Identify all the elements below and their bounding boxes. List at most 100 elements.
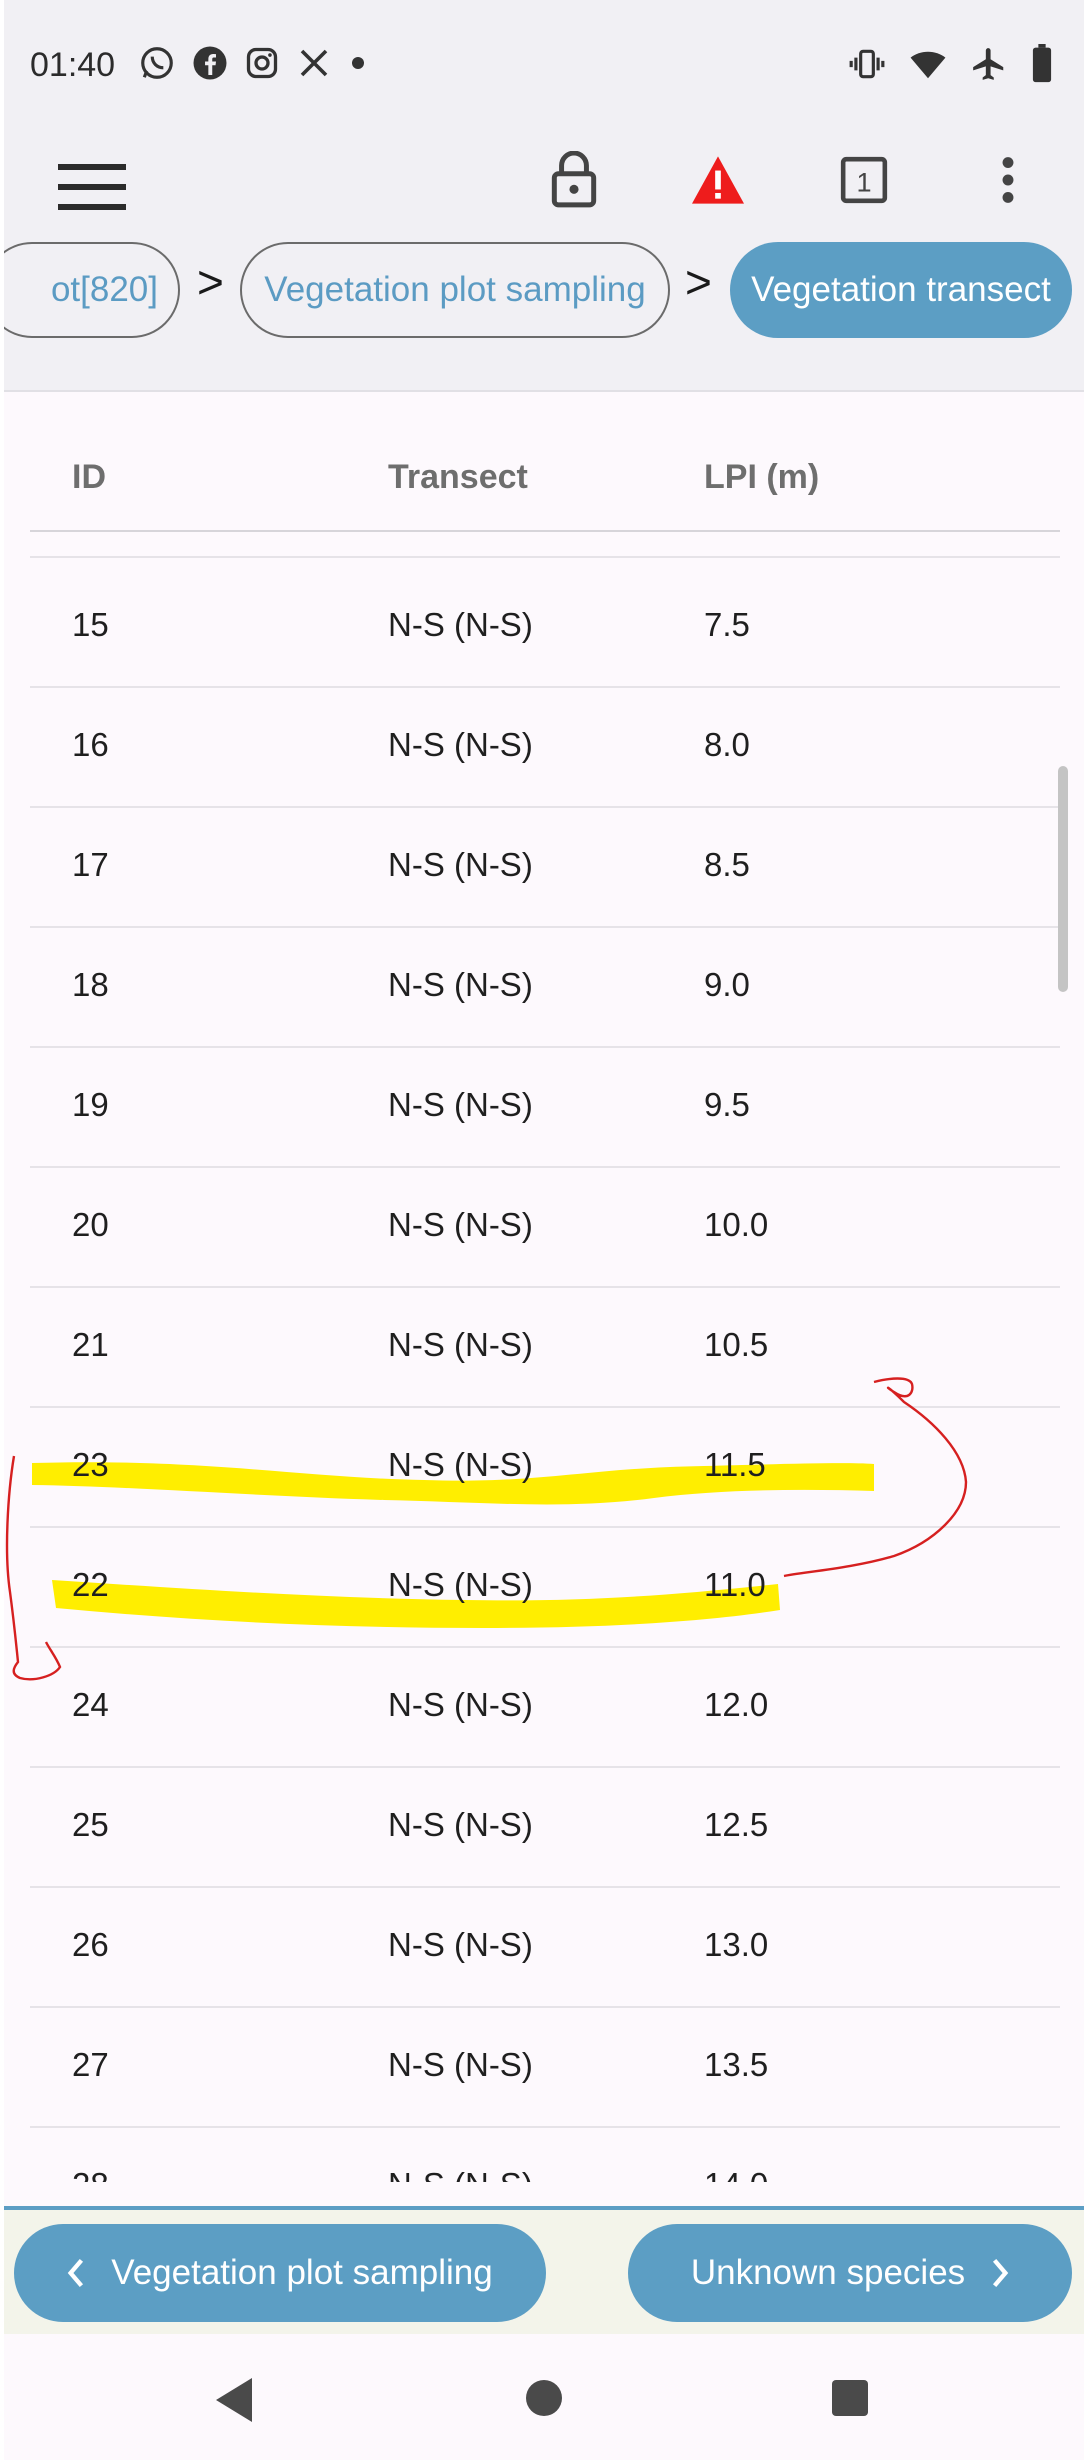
app-toolbar: 1 ot[820] > Vegetation plot sampling > V…	[4, 130, 1084, 392]
row-id: 19	[72, 1086, 109, 1123]
row-lpi: 12.0	[704, 1686, 769, 1723]
row-lpi: 13.5	[704, 2046, 769, 2083]
table-row[interactable]: 22 N-S (N-S) 11.0	[30, 1526, 1060, 1648]
row-id: 23	[72, 1446, 109, 1483]
breadcrumb-label: ot[820]	[50, 270, 158, 309]
breadcrumb-label: Vegetation plot sampling	[264, 270, 646, 309]
status-time: 01:40	[30, 46, 116, 84]
table-row[interactable]: 26 N-S (N-S) 13.0	[30, 1886, 1060, 2008]
breadcrumb-item-vegetation-plot-sampling[interactable]: Vegetation plot sampling	[240, 242, 670, 338]
page-count-icon: 1	[840, 156, 888, 204]
app-screen: 01:40 1 ot[820] > Vegetation plot sampli…	[4, 0, 1084, 2460]
table-row[interactable]: 23 N-S (N-S) 11.5	[30, 1406, 1060, 1528]
home-icon[interactable]	[524, 2378, 564, 2418]
row-lpi: 8.5	[704, 846, 750, 883]
row-transect: N-S (N-S)	[388, 1086, 533, 1123]
row-transect: N-S (N-S)	[388, 2166, 533, 2182]
table-row[interactable]: 25 N-S (N-S) 12.5	[30, 1766, 1060, 1888]
row-id: 18	[72, 966, 109, 1003]
system-navigation-bar	[4, 2334, 1084, 2460]
status-bar: 01:40	[4, 0, 1084, 130]
more-icon	[1002, 157, 1014, 203]
row-transect: N-S (N-S)	[388, 1446, 533, 1483]
chevron-right-icon: >	[197, 256, 224, 308]
dot-icon	[352, 57, 364, 69]
recents-icon[interactable]	[830, 2378, 870, 2418]
row-transect: N-S (N-S)	[388, 2046, 533, 2083]
lock-button[interactable]	[534, 140, 614, 220]
row-lpi: 14.0	[704, 2166, 768, 2182]
row-id: 27	[72, 2046, 109, 2083]
row-id: 15	[72, 606, 109, 643]
row-lpi: 9.5	[704, 1086, 750, 1123]
table-row[interactable]: 18 N-S (N-S) 9.0	[30, 926, 1060, 1048]
column-header-transect[interactable]: Transect	[388, 458, 528, 497]
row-transect: N-S (N-S)	[388, 1326, 533, 1363]
whatsapp-icon	[141, 47, 173, 79]
breadcrumb-label: Vegetation transect	[751, 270, 1051, 309]
back-icon[interactable]	[212, 2376, 256, 2424]
table-row[interactable]: 17 N-S (N-S) 8.5	[30, 806, 1060, 928]
row-id: 16	[72, 726, 109, 763]
row-lpi: 11.0	[704, 1566, 766, 1603]
row-transect: N-S (N-S)	[388, 606, 533, 643]
chevron-left-icon	[68, 2258, 84, 2288]
column-header-id[interactable]: ID	[72, 458, 106, 497]
facebook-icon	[193, 46, 227, 80]
row-transect: N-S (N-S)	[388, 1206, 533, 1243]
row-id: 25	[72, 1806, 109, 1843]
x-icon	[300, 49, 328, 77]
row-lpi: 9.0	[704, 966, 750, 1003]
airplane-icon	[973, 48, 1004, 80]
row-id: 28	[72, 2166, 109, 2182]
chevron-right-icon	[993, 2258, 1009, 2288]
menu-icon[interactable]	[58, 158, 128, 218]
row-id: 26	[72, 1926, 109, 1963]
lock-icon	[551, 151, 597, 208]
table-row[interactable]: 16 N-S (N-S) 8.0	[30, 686, 1060, 808]
page-count-button[interactable]: 1	[824, 140, 904, 220]
row-transect: N-S (N-S)	[388, 966, 533, 1003]
instagram-icon	[246, 47, 278, 79]
breadcrumb-item-vegetation-transect[interactable]: Vegetation transect	[730, 242, 1072, 338]
battery-icon	[1032, 44, 1052, 83]
row-transect: N-S (N-S)	[388, 1686, 533, 1723]
row-id: 17	[72, 846, 109, 883]
row-lpi: 12.5	[704, 1806, 769, 1843]
breadcrumb: ot[820] > Vegetation plot sampling > Veg…	[4, 235, 1084, 345]
more-options-button[interactable]	[968, 140, 1048, 220]
table-row[interactable]: 19 N-S (N-S) 9.5	[30, 1046, 1060, 1168]
row-lpi: 10.0	[704, 1206, 769, 1243]
table-row[interactable]: 21 N-S (N-S) 10.5	[30, 1286, 1060, 1408]
row-lpi: 8.0	[704, 726, 750, 763]
chevron-right-icon: >	[685, 256, 712, 308]
table-row[interactable]: 28 N-S (N-S) 14.0	[30, 2126, 1060, 2182]
table-row[interactable]: 20 N-S (N-S) 10.0	[30, 1166, 1060, 1288]
row-id: 22	[72, 1566, 109, 1603]
row-transect: N-S (N-S)	[388, 726, 533, 763]
previous-form-button[interactable]: Vegetation plot sampling	[14, 2224, 546, 2322]
row-lpi: 11.5	[704, 1446, 766, 1483]
bottom-navigation: Vegetation plot sampling Unknown species	[4, 2206, 1084, 2334]
scrollbar[interactable]	[1058, 766, 1068, 992]
row-transect: N-S (N-S)	[388, 1926, 533, 1963]
row-lpi: 7.5	[704, 606, 750, 643]
warning-icon	[692, 156, 744, 204]
previous-form-label: Vegetation plot sampling	[111, 2253, 493, 2292]
table-row[interactable]: 27 N-S (N-S) 13.5	[30, 2006, 1060, 2128]
row-id: 24	[72, 1686, 109, 1723]
breadcrumb-item-plot[interactable]: ot[820]	[4, 242, 180, 338]
table-row[interactable]: 15 N-S (N-S) 7.5	[30, 566, 1060, 688]
next-form-button[interactable]: Unknown species	[628, 2224, 1072, 2322]
row-transect: N-S (N-S)	[388, 846, 533, 883]
data-table: ID Transect LPI (m) 15 N-S (N-S) 7.5 16 N-S…	[4, 392, 1084, 2182]
row-lpi: 13.0	[704, 1926, 769, 1963]
wifi-icon	[910, 51, 946, 79]
column-header-lpi[interactable]: LPI (m)	[704, 458, 819, 497]
partial-row-divider	[30, 556, 1060, 558]
row-transect: N-S (N-S)	[388, 1806, 533, 1843]
table-row[interactable]: 24 N-S (N-S) 12.0	[30, 1646, 1060, 1768]
vibrate-icon	[849, 49, 885, 79]
warning-button[interactable]	[678, 140, 758, 220]
row-lpi: 10.5	[704, 1326, 769, 1363]
